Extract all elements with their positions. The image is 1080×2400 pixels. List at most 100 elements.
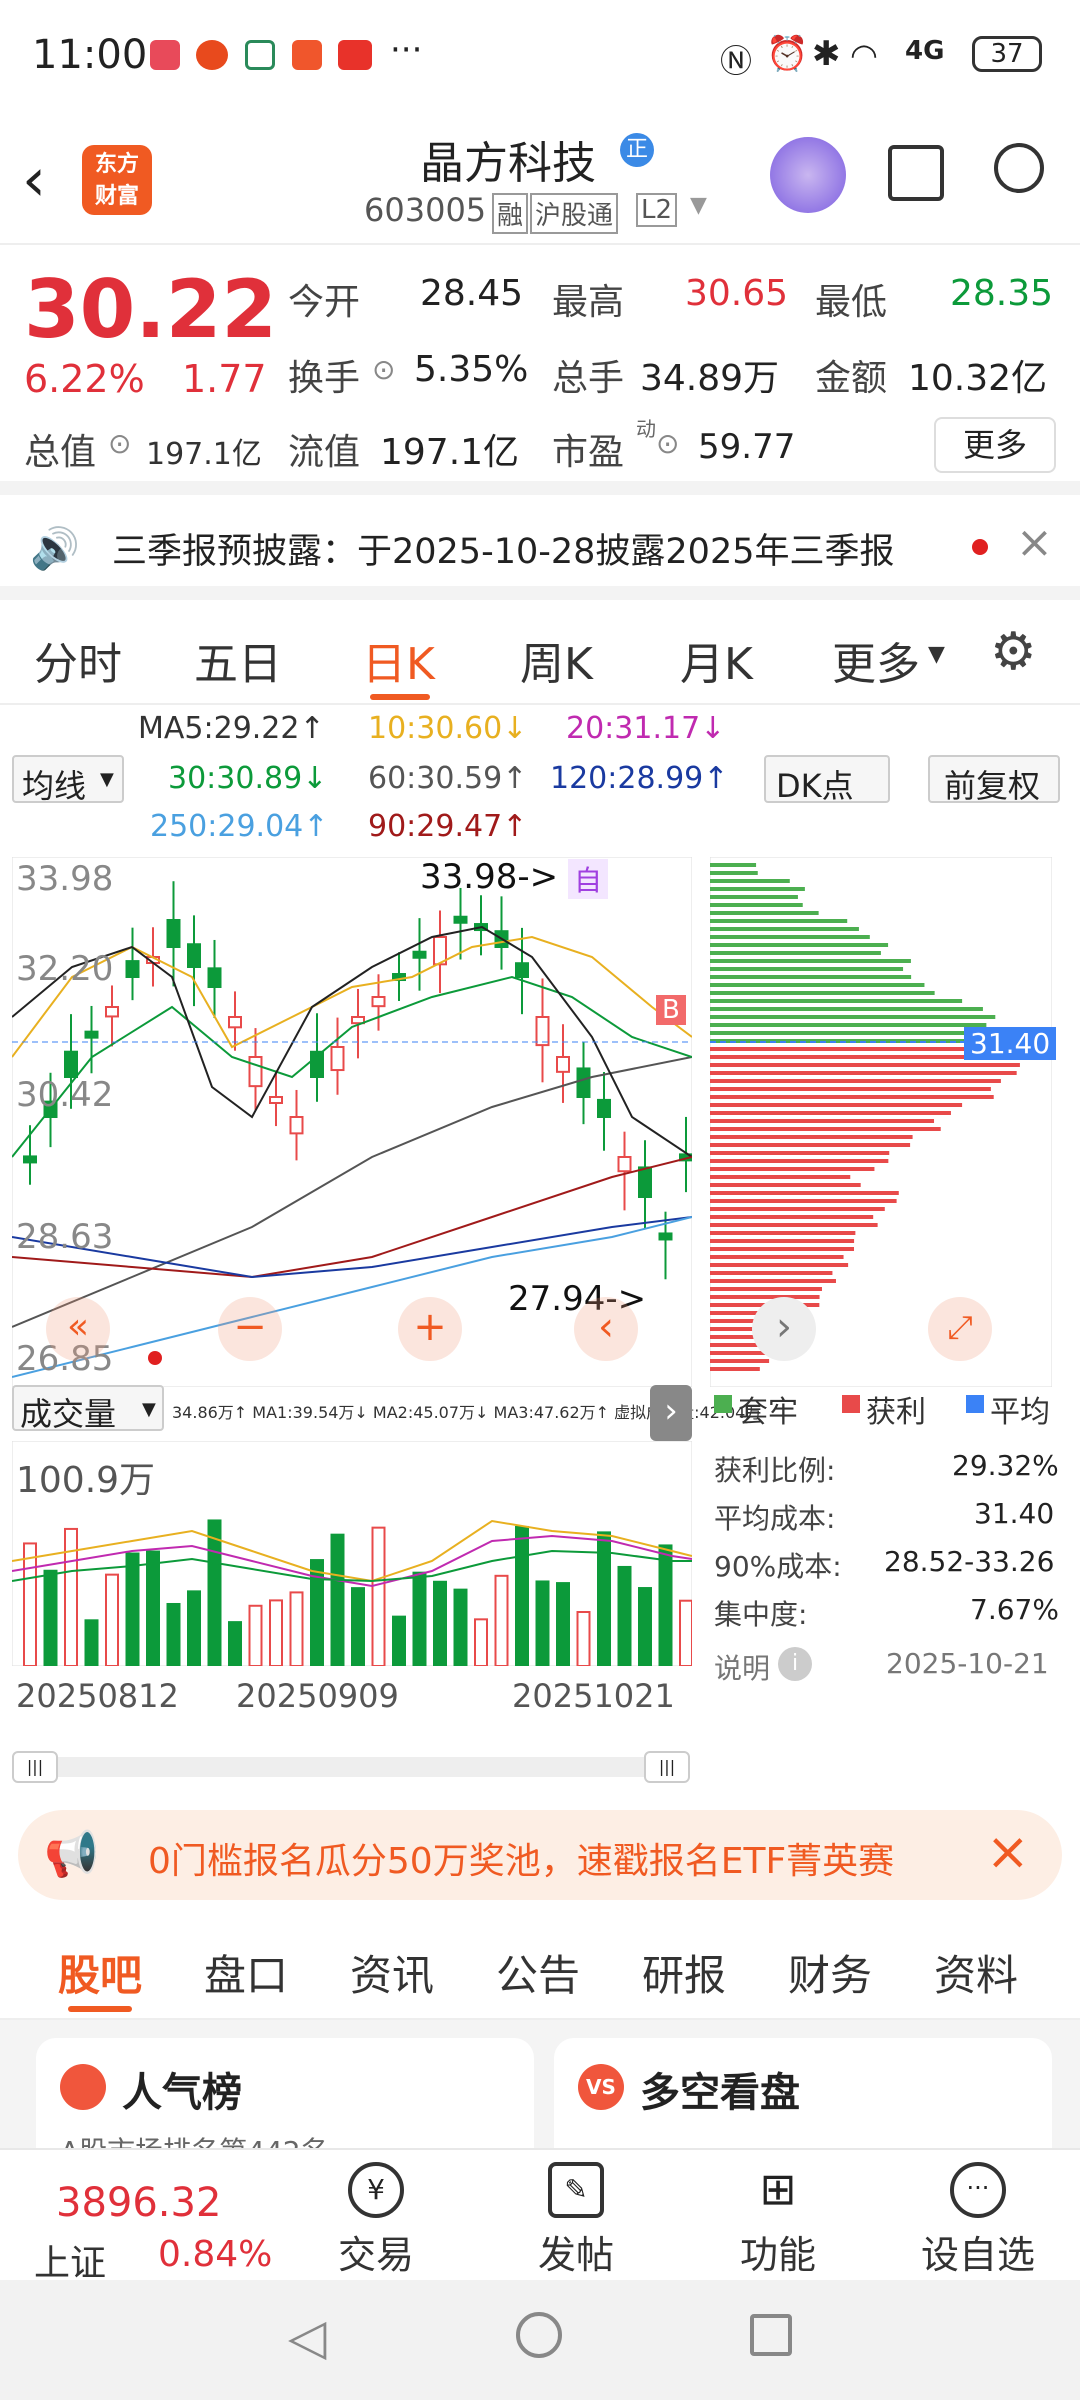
tab-monthly-k[interactable]: 月K [680,628,753,692]
tab-finance[interactable]: 财务 [788,1942,872,2003]
app-notification-icon [150,40,180,70]
promo-banner[interactable]: 📢 0门槛报名瓜分50万奖池，速戳报名ETF菁英赛 × [18,1810,1062,1900]
chip-next-icon[interactable]: › [752,1297,816,1361]
volume-bar [269,1599,283,1666]
pe-value: 59.77 [698,427,796,467]
tab-intraday[interactable]: 分时 [34,628,122,692]
tab-profile[interactable]: 资料 [934,1942,1018,2003]
tab-research[interactable]: 研报 [642,1942,726,2003]
back-icon[interactable]: ‹ [22,145,46,215]
dropdown-icon[interactable]: ▼ [690,193,707,218]
candle-body [289,1116,304,1135]
range-right-handle[interactable]: ||| [644,1751,690,1783]
tab-more[interactable]: 更多 [832,628,920,692]
pe-info-icon[interactable]: ⊙ [656,427,679,460]
candle-body [330,1046,345,1072]
adjust-selector[interactable]: 前复权 [928,755,1060,805]
post-button[interactable]: ✎ 发帖 [516,2162,636,2279]
info-icon[interactable]: i [778,1647,812,1681]
index-change[interactable]: 0.84% [158,2234,272,2275]
volume-bar [371,1526,386,1666]
expand-panel-icon[interactable]: › [650,1385,692,1441]
chip-bar [710,1143,911,1147]
unread-dot [972,539,988,555]
event-dot[interactable] [148,1351,162,1365]
alarm-icon: ⏰ [766,34,809,74]
info-icon[interactable]: ⊙ [108,427,131,460]
step-back-icon[interactable]: ‹ [574,1297,638,1361]
candle-body [576,1067,591,1098]
scroll-left-icon[interactable]: « [46,1297,110,1361]
ma120-value: 120:28.99↑ [550,761,729,796]
grid-icon: ⊞ [759,2164,797,2215]
ai-assistant-icon[interactable] [770,137,846,213]
zoom-out-icon[interactable]: − [218,1297,282,1361]
chip-bar [710,1367,760,1371]
volume-bar [289,1591,304,1666]
back-nav-icon[interactable]: ◁ [288,2308,326,2366]
range-left-handle[interactable]: ||| [12,1751,58,1783]
close-icon[interactable]: × [986,1822,1030,1882]
share-icon[interactable] [888,145,944,201]
feature-cards: 人气榜 A股市场排名第442名 VS 多空看盘 [0,2020,1080,2168]
search-icon[interactable] [994,143,1044,193]
chip-date: 2025-10-21 [886,1647,1049,1680]
volume-bar [392,1615,406,1666]
popularity-title: 人气榜 [122,2070,242,2116]
range-scrollbar[interactable]: ||| ||| [12,1751,690,1783]
ma-selector[interactable]: 均线 ▼ [12,755,124,805]
tab-five-day[interactable]: 五日 [194,628,282,692]
candle-body [269,1096,283,1104]
chip-bar [710,983,925,987]
chip-bar [710,1071,1017,1075]
speaker-icon: 🔊 [30,526,80,572]
tab-daily-k[interactable]: 日K [362,628,435,692]
candle-body [515,962,529,978]
tab-pankou[interactable]: 盘口 [204,1942,288,2003]
turnover-info-icon[interactable]: ⊙ [372,353,395,386]
chip-bar [710,1359,770,1363]
low-label: 最低 [815,282,888,323]
settings-gear-icon[interactable]: ⚙ [990,622,1037,682]
index-value[interactable]: 3896.32 [56,2180,221,2226]
chip-note-link[interactable]: 说明 [714,1647,770,1687]
close-icon[interactable]: × [1016,517,1053,568]
indicator-selector[interactable]: 成交量 ▼ [12,1385,164,1433]
ma250-value: 250:29.04↑ [150,809,329,844]
tab-weekly-k[interactable]: 周K [520,628,593,692]
dk-point-toggle[interactable]: DK点 [764,755,890,805]
chip-bar [710,1255,844,1259]
chip-bar [710,951,881,955]
megaphone-icon: 📢 [44,1829,99,1880]
candle-body [105,1006,119,1018]
open-value: 28.45 [420,273,524,314]
zoom-in-icon[interactable]: + [398,1297,462,1361]
tab-guba[interactable]: 股吧 [58,1942,142,2003]
chip-bar [710,1127,941,1131]
bluetooth-icon: ✱ [812,34,841,74]
tag-l2: L2 [636,193,678,227]
chip-bar [710,1351,766,1355]
chip-bar [710,1119,935,1123]
index-name[interactable]: 上证 [34,2234,106,2286]
chip-bar [710,935,870,939]
add-watchlist-button[interactable]: ··· 设自选 [918,2162,1038,2279]
high-value: 30.65 [685,273,789,314]
chip-bar [710,975,912,979]
notice-bar[interactable]: 🔊 三季报预披露：于2025-10-28披露2025年三季报 × [0,495,1080,600]
chip-bar [710,1223,878,1227]
expand-icon[interactable]: ⤢ [928,1297,992,1361]
recents-nav-icon[interactable] [750,2314,792,2356]
tab-announcement[interactable]: 公告 [496,1942,580,2003]
tab-indicator [68,2006,132,2012]
functions-button[interactable]: ⊞ 功能 [718,2162,838,2279]
volume-value: 34.89万 [640,358,780,399]
stock-code: 603005 [364,191,487,229]
volume-bar [453,1588,468,1666]
home-nav-icon[interactable] [516,2312,562,2358]
open-label: 今开 [288,282,361,323]
candle-body [556,1056,570,1073]
tab-news[interactable]: 资讯 [350,1942,434,2003]
trade-button[interactable]: ¥ 交易 [316,2162,436,2279]
more-button[interactable]: 更多 [934,417,1056,473]
